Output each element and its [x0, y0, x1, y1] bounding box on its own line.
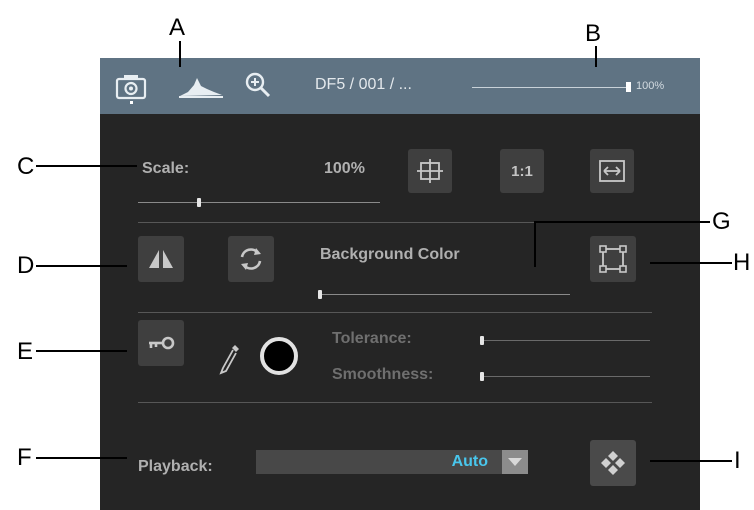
fit-width-button[interactable] — [590, 149, 634, 193]
one-to-one-label: 1:1 — [511, 162, 533, 180]
key-icon — [146, 333, 176, 353]
histogram-icon[interactable] — [178, 73, 224, 99]
zoom-icon[interactable] — [244, 71, 272, 99]
scale-slider-track[interactable] — [138, 202, 380, 203]
scale-label: Scale: — [142, 160, 190, 177]
eyedropper-icon[interactable] — [218, 342, 242, 376]
leader-line-c — [36, 165, 137, 167]
smoothness-label: Smoothness: — [332, 366, 434, 383]
leader-line-d — [36, 265, 127, 267]
callout-i: I — [734, 447, 741, 474]
chevron-down-icon[interactable] — [502, 450, 528, 474]
fit-width-icon — [597, 157, 627, 185]
crop-frame-button[interactable] — [590, 236, 636, 282]
separator-2 — [138, 312, 652, 313]
leader-line-h — [650, 262, 732, 264]
breadcrumb[interactable]: DF5 / 001 / ... — [315, 76, 412, 94]
leader-line-e — [36, 350, 127, 352]
leader-line-g-horizontal — [534, 221, 710, 223]
zoom-slider-track[interactable] — [472, 87, 628, 88]
tolerance-label: Tolerance: — [332, 330, 412, 347]
leader-line-g-vertical — [534, 221, 536, 267]
leader-line-a — [179, 41, 181, 67]
leader-line-f — [36, 457, 127, 459]
one-to-one-button[interactable]: 1:1 — [500, 149, 544, 193]
scale-slider-thumb[interactable] — [196, 198, 201, 207]
fit-frame-button[interactable] — [408, 149, 452, 193]
zoom-percent: 100% — [636, 80, 665, 92]
rotate-button[interactable] — [228, 236, 274, 282]
leader-line-i — [650, 460, 732, 462]
fit-frame-icon — [416, 157, 444, 185]
rotate-icon — [236, 244, 266, 274]
settings-panel: DF5 / 001 / ... 100% Scale: 100% 1:1 Bac… — [100, 58, 700, 510]
playback-dropdown[interactable]: Auto — [256, 450, 528, 474]
camera-icon[interactable] — [114, 72, 148, 104]
leader-line-b — [595, 46, 597, 67]
background-color-label: Background Color — [320, 246, 460, 263]
smoothness-slider-track[interactable] — [482, 376, 650, 377]
tolerance-slider-track[interactable] — [482, 340, 650, 341]
playback-label: Playback: — [138, 458, 213, 475]
callout-f: F — [17, 444, 32, 471]
top-bar: DF5 / 001 / ... 100% — [100, 58, 700, 114]
callout-d: D — [17, 252, 35, 279]
callout-e: E — [17, 338, 34, 365]
zoom-slider-thumb[interactable] — [626, 82, 631, 92]
flip-horizontal-button[interactable] — [138, 236, 184, 282]
callout-g: G — [712, 208, 731, 235]
diamond-icon — [598, 448, 628, 478]
diamond-button[interactable] — [590, 440, 636, 486]
smoothness-slider-thumb[interactable] — [480, 372, 484, 381]
tolerance-slider-thumb[interactable] — [480, 336, 484, 345]
color-swatch-icon[interactable] — [260, 337, 298, 375]
key-button[interactable] — [138, 320, 184, 366]
callout-c: C — [17, 153, 35, 180]
background-slider-thumb[interactable] — [318, 290, 322, 299]
crop-frame-icon — [597, 243, 629, 275]
callout-b: B — [585, 20, 602, 47]
scale-value: 100% — [324, 160, 365, 177]
flip-horizontal-icon — [146, 246, 176, 272]
callout-h: H — [733, 249, 751, 276]
separator-3 — [138, 402, 652, 403]
callout-a: A — [169, 14, 186, 41]
background-slider-track[interactable] — [320, 294, 570, 295]
playback-value: Auto — [451, 453, 488, 470]
